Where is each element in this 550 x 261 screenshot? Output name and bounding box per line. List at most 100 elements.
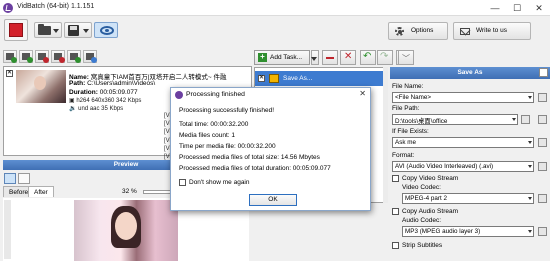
- minus-icon: [326, 57, 334, 59]
- task-checkbox[interactable]: ✕: [258, 75, 265, 82]
- file-duration-label: Duration:: [69, 89, 98, 96]
- add-task-button[interactable]: + Add Task...: [254, 50, 310, 65]
- if-file-exists-value: Ask me: [395, 139, 416, 146]
- format-add-button[interactable]: [538, 162, 547, 171]
- title-bar: VidBatch (64-bit) 1.1.151 — ☐ ✕: [0, 0, 550, 16]
- write-to-us-button[interactable]: Write to us: [453, 22, 531, 40]
- dialog-title-bar: Processing finished ✕: [171, 88, 370, 102]
- file-name-add-button[interactable]: [538, 93, 547, 102]
- save-button[interactable]: [64, 22, 92, 38]
- copy-audio-label: Copy Audio Stream: [402, 208, 459, 215]
- browse-folder-button[interactable]: [521, 115, 530, 124]
- copy-video-checkbox[interactable]: [392, 175, 399, 182]
- stop-button[interactable]: [4, 19, 28, 41]
- chevron-down-icon: [311, 57, 317, 61]
- preview-subject-face: [115, 212, 137, 240]
- strip-subtitles-checkbox[interactable]: [392, 242, 399, 249]
- options-button[interactable]: Options: [388, 22, 448, 40]
- task-list-scrollbar[interactable]: [383, 67, 388, 203]
- audio-codec-add-button[interactable]: [538, 227, 547, 236]
- window-title: VidBatch (64-bit) 1.1.151: [17, 3, 95, 10]
- chevron-down-icon: [528, 141, 532, 144]
- strip-subtitles-label: Strip Subtitles: [402, 242, 443, 249]
- file-checkbox[interactable]: ✕: [6, 70, 13, 77]
- video-codec-value: MPEG-4 part 2: [405, 195, 447, 202]
- clear-list-button[interactable]: [51, 50, 65, 63]
- dialog-title: Processing finished: [186, 91, 245, 98]
- app-logo-icon: [175, 91, 183, 99]
- task-item[interactable]: ✕ Save As...: [255, 71, 387, 86]
- options-label: Options: [411, 27, 434, 34]
- processing-finished-dialog: Processing finished ✕ Processing success…: [170, 87, 371, 211]
- total-time-text: Total time: 00:00:32.200: [179, 121, 249, 128]
- folder-icon: [38, 24, 51, 35]
- file-name-label: File Name:: [392, 83, 424, 90]
- stop-icon: [9, 23, 23, 37]
- save-as-panel: Save As File Name: <File Name> File Path…: [390, 67, 550, 261]
- tab-after[interactable]: After: [28, 186, 54, 197]
- plus-icon: +: [258, 53, 267, 62]
- dialog-close-icon[interactable]: ✕: [359, 89, 366, 98]
- zoom-tool-button[interactable]: [4, 173, 16, 184]
- file-name-select[interactable]: <File Name>: [392, 92, 534, 103]
- file-path-value: C:\Users\admin\Videos\: [87, 80, 156, 87]
- zoom-percent: 32 %: [122, 188, 137, 195]
- video-codec-select[interactable]: MPEG-4 part 2: [402, 193, 534, 204]
- add-file-button[interactable]: [3, 50, 17, 63]
- copy-video-label: Copy Video Stream: [402, 175, 459, 182]
- close-window-button[interactable]: ✕: [528, 0, 550, 16]
- minimize-button[interactable]: —: [484, 0, 506, 16]
- file-path-add-button[interactable]: [538, 115, 547, 124]
- save-as-header: Save As: [390, 67, 550, 79]
- main-toolbar: Options Write to us: [0, 16, 550, 46]
- chevron-down-icon: [512, 118, 516, 121]
- panel-menu-button[interactable]: [539, 68, 548, 77]
- open-button[interactable]: [34, 22, 62, 38]
- file-info-button[interactable]: [67, 50, 81, 63]
- audio-codec-value: MP3 (MPEG audio layer 3): [405, 228, 481, 235]
- chevron-down-icon: [528, 230, 532, 233]
- preview-toggle-button[interactable]: [94, 22, 118, 38]
- maximize-button[interactable]: ☐: [506, 0, 528, 16]
- app-logo-icon: [3, 3, 13, 13]
- undo-icon: ↶: [363, 51, 372, 62]
- file-settings-button[interactable]: [83, 50, 97, 63]
- chevron-down-icon: ﹀: [402, 54, 410, 63]
- add-task-label: Add Task...: [270, 54, 303, 61]
- audio-codec-label: Audio Codec:: [402, 217, 442, 224]
- redo-button[interactable]: ↷: [377, 50, 393, 65]
- audio-codec-select[interactable]: MP3 (MPEG audio layer 3): [402, 226, 534, 237]
- file-path-input[interactable]: D:\tools\桌面\office: [392, 114, 518, 125]
- save-as-task-icon: [269, 74, 279, 83]
- move-down-button[interactable]: ﹀: [398, 50, 414, 65]
- video-stream-text: h264 640x360 342 Kbps: [76, 98, 142, 104]
- clear-tasks-button[interactable]: ✕: [340, 50, 356, 65]
- copy-audio-checkbox[interactable]: [392, 208, 399, 215]
- video-codec-label: Video Codec:: [402, 184, 441, 191]
- video-codec-add-button[interactable]: [538, 194, 547, 203]
- add-folder-button[interactable]: [19, 50, 33, 63]
- disk-icon: [68, 25, 79, 36]
- total-duration-text: Processed media files of total duration:…: [179, 165, 331, 172]
- blue-badge-icon: [91, 57, 97, 63]
- remove-file-button[interactable]: [35, 50, 49, 63]
- dont-show-checkbox[interactable]: [179, 179, 186, 186]
- preview-scrollbar[interactable]: [4, 200, 11, 259]
- dont-show-label: Don't show me again: [189, 179, 250, 186]
- ok-button[interactable]: OK: [249, 194, 297, 206]
- add-task-dropdown[interactable]: [311, 50, 319, 65]
- remove-badge-icon: [59, 57, 65, 63]
- if-file-exists-add-button[interactable]: [538, 138, 547, 147]
- if-file-exists-select[interactable]: Ask me: [392, 137, 534, 148]
- format-select[interactable]: AVI (Audio Video Interleaved) (.avi): [392, 161, 534, 172]
- write-to-us-label: Write to us: [476, 27, 507, 34]
- remove-task-button[interactable]: [322, 50, 338, 65]
- video-thumbnail: [16, 70, 66, 103]
- undo-button[interactable]: ↶: [360, 50, 376, 65]
- pan-tool-button[interactable]: [18, 173, 30, 184]
- format-label: Format:: [392, 152, 415, 159]
- redo-icon: ↷: [380, 51, 389, 62]
- total-size-text: Processed media files of total size: 14.…: [179, 154, 320, 161]
- chevron-down-icon: [83, 29, 89, 33]
- chevron-down-icon: [53, 29, 59, 33]
